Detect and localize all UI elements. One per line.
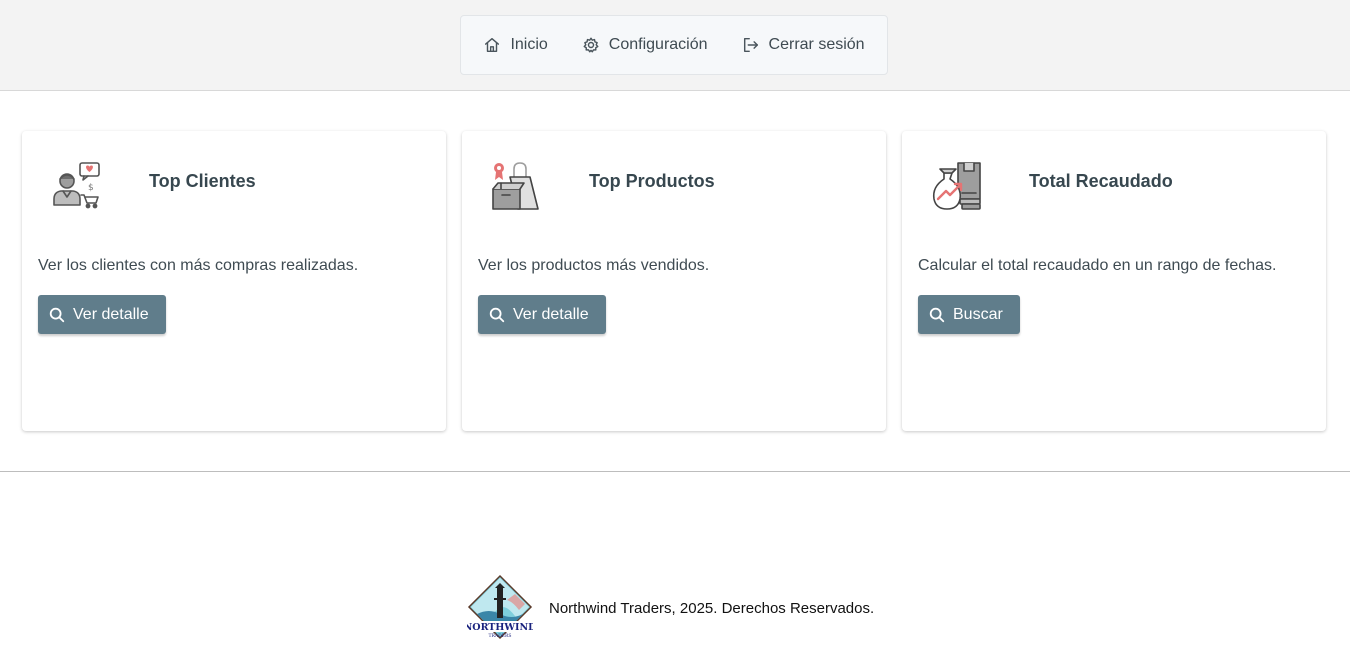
svg-text:$: $ <box>88 183 94 193</box>
dashboard-cards: $ Top Clientes Ver los clientes con más … <box>0 91 1350 472</box>
button-label: Buscar <box>953 305 1003 323</box>
card-description: Ver los clientes con más compras realiza… <box>38 257 359 274</box>
button-label: Ver detalle <box>513 305 589 323</box>
nav-item-inicio[interactable]: Inicio <box>483 36 548 54</box>
products-icon <box>492 162 539 210</box>
card-top-clientes: $ Top Clientes Ver los clientes con más … <box>22 131 446 431</box>
button-label: Ver detalle <box>73 305 149 323</box>
search-icon <box>49 307 65 322</box>
card-top-productos: Top Productos Ver los productos más vend… <box>462 131 886 431</box>
logout-icon <box>743 37 758 53</box>
nav-item-label: Cerrar sesión <box>768 36 865 53</box>
money-bag-icon <box>932 162 981 210</box>
customer-icon: $ <box>53 162 100 209</box>
card-title: Total Recaudado <box>1029 171 1173 191</box>
card-total-recaudado: Total Recaudado Calcular el total recaud… <box>902 131 1326 431</box>
top-bar: Inicio Configuración Cerrar sesión <box>0 0 1350 91</box>
search-icon <box>489 307 505 322</box>
search-icon <box>929 307 945 322</box>
gear-icon <box>583 37 599 53</box>
logo-subtext: TRADERS <box>488 633 511 639</box>
card-title: Top Clientes <box>149 171 256 191</box>
buscar-button[interactable]: Buscar <box>918 295 1020 334</box>
nav-item-label: Inicio <box>510 36 548 53</box>
home-icon <box>485 37 500 53</box>
nav-item-cerrar-sesion[interactable]: Cerrar sesión <box>742 36 865 54</box>
card-title: Top Productos <box>589 171 715 191</box>
ver-detalle-clientes-button[interactable]: Ver detalle <box>38 295 166 334</box>
northwind-logo: NORTHWIND TRADERS <box>467 574 533 640</box>
card-description: Ver los productos más vendidos. <box>478 257 710 274</box>
nav-item-label: Configuración <box>608 36 708 53</box>
logo-text: NORTHWIND <box>467 622 533 633</box>
main-nav: Inicio Configuración Cerrar sesión <box>460 15 888 75</box>
nav-item-configuracion[interactable]: Configuración <box>582 36 708 54</box>
card-description: Calcular el total recaudado en un rango … <box>918 257 1277 274</box>
footer-copyright: Northwind Traders, 2025. Derechos Reserv… <box>549 600 875 617</box>
ver-detalle-productos-button[interactable]: Ver detalle <box>478 295 606 334</box>
footer: NORTHWIND TRADERS Northwind Traders, 202… <box>0 472 1350 650</box>
